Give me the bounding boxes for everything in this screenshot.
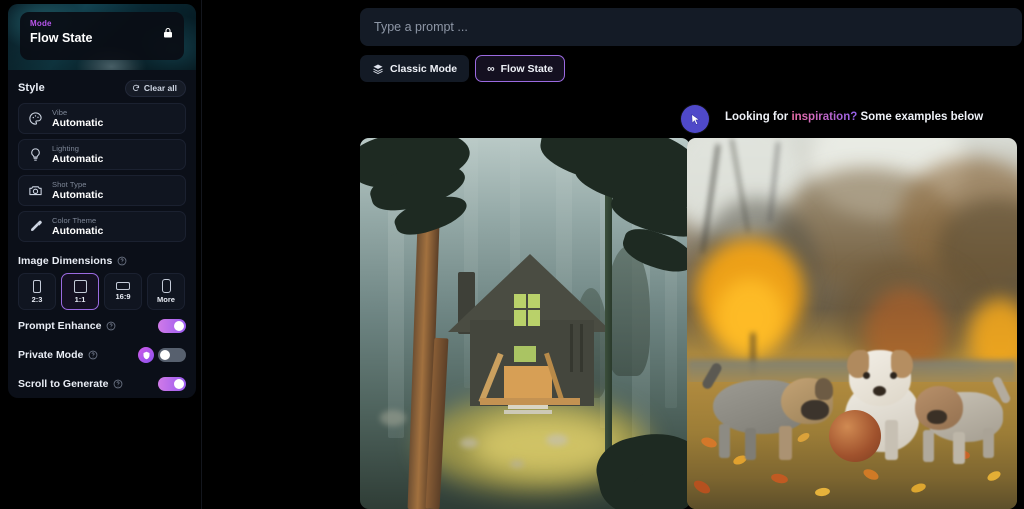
style-option-name: Lighting — [52, 144, 80, 153]
image-dimensions-options: 2:3 1:1 16:9 More — [18, 273, 186, 310]
mode-card-label: Mode — [30, 18, 174, 29]
dimension-option-label: 1:1 — [74, 294, 86, 304]
dimension-option-more[interactable]: More — [147, 273, 185, 310]
style-option-value: Automatic — [52, 225, 104, 237]
prompt-input[interactable]: Type a prompt ... — [360, 8, 1022, 46]
inspiration-link[interactable]: inspiration? — [791, 111, 857, 123]
style-option-text: Vibe Automatic — [52, 108, 103, 129]
toggle-control-area — [158, 319, 186, 333]
toggle-label: Scroll to Generate — [18, 378, 109, 390]
question-circle-icon[interactable] — [117, 256, 127, 266]
toggle-row-private-mode: Private Mode — [18, 342, 186, 368]
lock-icon — [164, 27, 172, 38]
clear-all-button[interactable]: Clear all — [124, 79, 186, 97]
dimension-option-label: 2:3 — [31, 294, 43, 304]
infinity-icon: ∞ — [487, 62, 495, 75]
style-option-lighting[interactable]: Lighting Automatic — [18, 139, 186, 170]
clear-all-label: Clear all — [143, 83, 177, 93]
toggle-knob — [160, 350, 170, 360]
toggle-control-area — [158, 377, 186, 391]
inspiration-suffix: Some examples below — [857, 111, 984, 123]
style-option-text: Shot Type Automatic — [52, 180, 103, 201]
puppies-photo — [687, 138, 1017, 509]
aspect-more-icon — [161, 279, 171, 293]
style-option-name: Shot Type — [52, 180, 87, 189]
style-option-text: Lighting Automatic — [52, 144, 103, 165]
style-option-value: Automatic — [52, 117, 104, 129]
inspiration-text: Looking for inspiration? Some examples b… — [725, 111, 983, 123]
forest-cabin-illustration — [360, 138, 690, 509]
image-dimensions-title: Image Dimensions — [18, 254, 113, 267]
style-option-color-theme[interactable]: Color Theme Automatic — [18, 211, 186, 242]
style-options-list: Vibe Automatic Lighting Automatic Shot T… — [18, 103, 186, 242]
mode-hero-banner: Mode Flow State — [8, 4, 196, 70]
layers-icon — [373, 64, 383, 74]
inspiration-prefix: Looking for — [725, 111, 792, 123]
prompt-enhance-toggle[interactable] — [158, 319, 186, 333]
prompt-placeholder: Type a prompt ... — [374, 20, 468, 34]
dimension-option-16-9[interactable]: 16:9 — [104, 273, 142, 310]
style-option-name: Vibe — [52, 108, 68, 117]
mode-card[interactable]: Mode Flow State — [20, 12, 184, 60]
style-option-value: Automatic — [52, 189, 104, 201]
dimension-option-label: 16:9 — [115, 292, 131, 301]
main-content: Type a prompt ... Classic Mode ∞ Flow St… — [202, 0, 1024, 509]
cursor-arrow-icon — [681, 105, 709, 133]
lightbulb-icon — [31, 148, 40, 161]
dimension-option-2-3[interactable]: 2:3 — [18, 273, 56, 310]
dimension-option-label: More — [157, 295, 175, 304]
scroll-to-generate-toggle[interactable] — [158, 377, 186, 391]
question-circle-icon[interactable] — [106, 321, 116, 331]
dimension-option-1-1[interactable]: 1:1 — [61, 273, 99, 310]
reset-icon — [132, 84, 139, 91]
aspect-square-icon — [73, 279, 87, 293]
style-section-header: Style Clear all — [18, 78, 186, 98]
aspect-portrait-icon — [33, 279, 41, 293]
toggle-knob — [174, 321, 184, 331]
settings-sidebar: Mode Flow State Style Clear all Vibe Aut… — [8, 4, 196, 398]
example-image-puppies[interactable] — [687, 138, 1017, 509]
private-mode-toggle[interactable] — [158, 348, 186, 362]
tab-label: Flow State — [500, 62, 554, 75]
example-image-forest-cabin[interactable] — [360, 138, 690, 509]
toggle-row-scroll-to-generate: Scroll to Generate — [18, 371, 186, 397]
camera-icon — [29, 186, 42, 196]
style-option-vibe[interactable]: Vibe Automatic — [18, 103, 186, 134]
sidebar-body: Style Clear all Vibe Automatic Lighting … — [8, 70, 196, 397]
toggle-label: Private Mode — [18, 349, 84, 361]
style-option-value: Automatic — [52, 153, 104, 165]
tab-classic-mode[interactable]: Classic Mode — [360, 55, 470, 82]
palette-icon — [29, 112, 42, 125]
toggle-row-prompt-enhance: Prompt Enhance — [18, 313, 186, 339]
toggle-label: Prompt Enhance — [18, 320, 102, 332]
image-dimensions-header: Image Dimensions — [18, 253, 186, 268]
question-circle-icon[interactable] — [88, 350, 98, 360]
eyedropper-icon — [31, 220, 42, 231]
style-option-text: Color Theme Automatic — [52, 216, 103, 237]
shield-icon — [138, 347, 154, 363]
mode-tab-group: Classic Mode ∞ Flow State — [360, 55, 566, 82]
mode-card-value: Flow State — [30, 31, 93, 45]
question-circle-icon[interactable] — [113, 379, 123, 389]
app-root: Mode Flow State Style Clear all Vibe Aut… — [0, 0, 1024, 509]
aspect-landscape-icon — [116, 282, 130, 290]
style-option-name: Color Theme — [52, 216, 97, 225]
toggle-control-area — [138, 347, 186, 363]
style-section-title: Style — [18, 82, 45, 94]
toggle-knob — [174, 379, 184, 389]
basketball — [829, 410, 881, 462]
tab-label: Classic Mode — [390, 62, 458, 75]
tab-flow-state[interactable]: ∞ Flow State — [475, 55, 566, 82]
style-option-shot-type[interactable]: Shot Type Automatic — [18, 175, 186, 206]
